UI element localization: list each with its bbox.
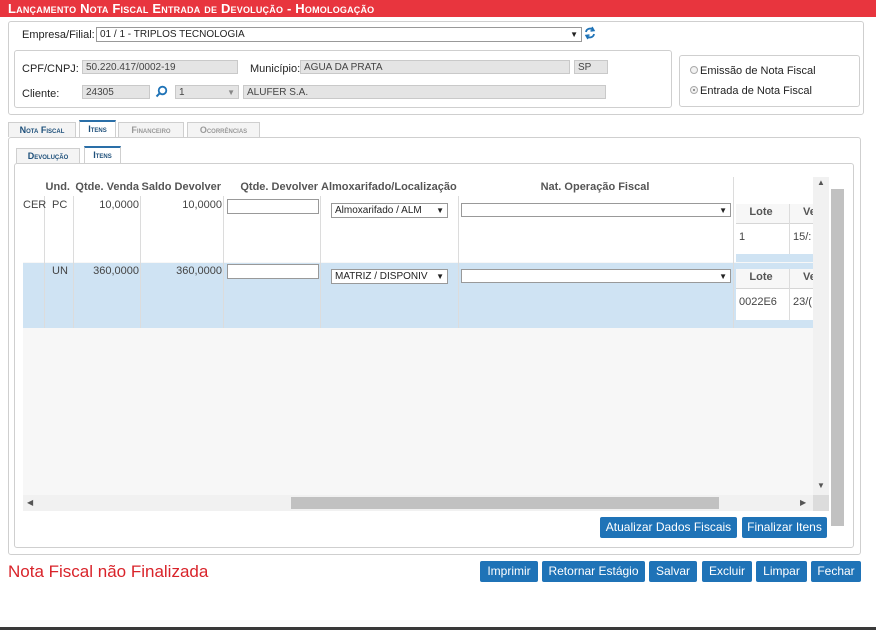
horizontal-scroll-thumb[interactable] bbox=[291, 497, 719, 509]
col-qtde-devolver: Qtde. Devolver bbox=[240, 181, 318, 193]
row2-almox-select[interactable]: MATRIZ / DISPONIV ▼ bbox=[331, 269, 448, 284]
scroll-right-icon[interactable]: ▶ bbox=[800, 498, 806, 507]
row1-nat-operacao-select[interactable]: ▼ bbox=[461, 203, 731, 217]
col-divider bbox=[223, 196, 224, 328]
row1-lote-grid: Lote Ve 1 15/: bbox=[736, 204, 813, 262]
chevron-down-icon: ▼ bbox=[570, 30, 578, 39]
col-divider bbox=[44, 196, 45, 328]
chevron-down-icon: ▼ bbox=[719, 272, 727, 281]
radio-panel bbox=[679, 55, 860, 107]
tab-itens[interactable]: Itens bbox=[79, 120, 116, 137]
row1-ve-header: Ve bbox=[803, 206, 813, 218]
col-qtde-venda: Qtde. Venda bbox=[75, 181, 139, 193]
tab-financeiro[interactable]: Financeiro bbox=[118, 122, 184, 137]
subtab-itens[interactable]: Itens bbox=[84, 146, 121, 163]
row1-und: PC bbox=[52, 199, 68, 211]
cliente-label: Cliente: bbox=[22, 88, 60, 100]
row1-qtde-venda: 10,0000 bbox=[99, 199, 139, 211]
lote-row-highlight bbox=[736, 320, 813, 328]
scroll-down-icon[interactable]: ▼ bbox=[817, 481, 825, 490]
row2-ve-value: 23/( bbox=[793, 296, 812, 308]
col-divider bbox=[73, 196, 74, 328]
atualizar-dados-fiscais-button[interactable]: Atualizar Dados Fiscais bbox=[600, 517, 737, 538]
municipio-label: Município: bbox=[250, 63, 301, 75]
scroll-corner bbox=[813, 495, 829, 511]
col-almoxarifado: Almoxarifado/Localização bbox=[321, 181, 457, 193]
row2-und: UN bbox=[52, 265, 68, 277]
tab-nota-fiscal[interactable]: Nota Fiscal bbox=[8, 122, 76, 137]
cliente-seq-select: 1 ▼ bbox=[175, 85, 239, 99]
tab-ocorrencias[interactable]: Ocorrências bbox=[187, 122, 260, 137]
row1-qtde-devolver-input[interactable] bbox=[227, 199, 319, 214]
scroll-up-icon[interactable]: ▲ bbox=[817, 178, 825, 187]
empresa-label: Empresa/Filial: bbox=[22, 29, 95, 41]
row1-lote-header: Lote bbox=[749, 206, 773, 218]
cpf-field: 50.220.417/0002-19 bbox=[82, 60, 238, 74]
cpf-label: CPF/CNPJ: bbox=[22, 63, 79, 75]
cliente-name-field: ALUFER S.A. bbox=[243, 85, 606, 99]
row2-saldo: 360,0000 bbox=[176, 265, 222, 277]
uf-field: SP bbox=[574, 60, 608, 74]
radio-entrada[interactable] bbox=[690, 86, 698, 94]
municipio-field: AGUA DA PRATA bbox=[300, 60, 570, 74]
row2-qtde-venda: 360,0000 bbox=[93, 265, 139, 277]
empresa-value: 01 / 1 - TRIPLOS TECNOLOGIA bbox=[100, 29, 245, 40]
row1-almox-select[interactable]: Almoxarifado / ALM ▼ bbox=[331, 203, 448, 218]
status-text: Nota Fiscal não Finalizada bbox=[8, 562, 209, 581]
fechar-button[interactable]: Fechar bbox=[811, 561, 861, 582]
window-title: Lançamento Nota Fiscal Entrada de Devolu… bbox=[0, 0, 876, 17]
retornar-estagio-button[interactable]: Retornar Estágio bbox=[542, 561, 645, 582]
row1-ve-value: 15/: bbox=[793, 231, 812, 243]
chevron-down-icon: ▼ bbox=[719, 206, 727, 215]
row2-lote-header: Lote bbox=[749, 271, 773, 283]
horizontal-scrollbar[interactable]: ◀ ▶ bbox=[23, 495, 813, 511]
col-nat-operacao: Nat. Operação Fiscal bbox=[540, 181, 650, 193]
salvar-button[interactable]: Salvar bbox=[649, 561, 697, 582]
row1-almox-value: Almoxarifado / ALM bbox=[335, 205, 422, 216]
col-saldo-devolver: Saldo Devolver bbox=[141, 181, 221, 193]
items-grid: Und. Qtde. Venda Saldo Devolver Qtde. De… bbox=[23, 177, 813, 495]
col-divider bbox=[733, 177, 734, 328]
col-divider bbox=[320, 196, 321, 328]
row2-ve-header: Ve bbox=[803, 271, 813, 283]
row2-lote-value: 0022E6 bbox=[739, 296, 777, 308]
subtab-devolucao[interactable]: Devolução bbox=[16, 148, 80, 163]
col-und: Und. bbox=[45, 181, 70, 193]
chevron-down-icon: ▼ bbox=[434, 204, 444, 217]
cliente-code-field: 24305 bbox=[82, 85, 150, 99]
col-divider bbox=[458, 196, 459, 328]
row2-nat-operacao-select[interactable]: ▼ bbox=[461, 269, 731, 283]
search-icon[interactable] bbox=[155, 85, 168, 98]
scroll-left-icon[interactable]: ◀ bbox=[27, 498, 33, 507]
empresa-select[interactable]: 01 / 1 - TRIPLOS TECNOLOGIA ▼ bbox=[96, 27, 582, 42]
radio-emissao-label: Emissão de Nota Fiscal bbox=[700, 65, 816, 77]
chevron-down-icon: ▼ bbox=[227, 88, 235, 97]
row1-prefix: CER bbox=[23, 199, 47, 211]
radio-entrada-label: Entrada de Nota Fiscal bbox=[700, 85, 812, 97]
chevron-down-icon: ▼ bbox=[434, 270, 444, 283]
refresh-icon[interactable] bbox=[584, 26, 596, 40]
vertical-scrollbar[interactable]: ▲ ▼ bbox=[813, 177, 829, 495]
limpar-button[interactable]: Limpar bbox=[756, 561, 807, 582]
row1-lote-value: 1 bbox=[739, 231, 746, 243]
finalizar-itens-button[interactable]: Finalizar Itens bbox=[742, 517, 827, 538]
outer-scrollbar-thumb[interactable] bbox=[831, 189, 844, 526]
row2-almox-value: MATRIZ / DISPONIV bbox=[335, 271, 428, 282]
imprimir-button[interactable]: Imprimir bbox=[480, 561, 538, 582]
lote-row-highlight bbox=[736, 254, 813, 262]
row2-qtde-devolver-input[interactable] bbox=[227, 264, 319, 279]
col-divider bbox=[140, 196, 141, 328]
cliente-seq-value: 1 bbox=[179, 87, 185, 98]
radio-emissao[interactable] bbox=[690, 66, 698, 74]
row2-lote-grid: Lote Ve 0022E6 23/( bbox=[736, 269, 813, 328]
excluir-button[interactable]: Excluir bbox=[702, 561, 752, 582]
row1-saldo: 10,0000 bbox=[182, 199, 222, 211]
